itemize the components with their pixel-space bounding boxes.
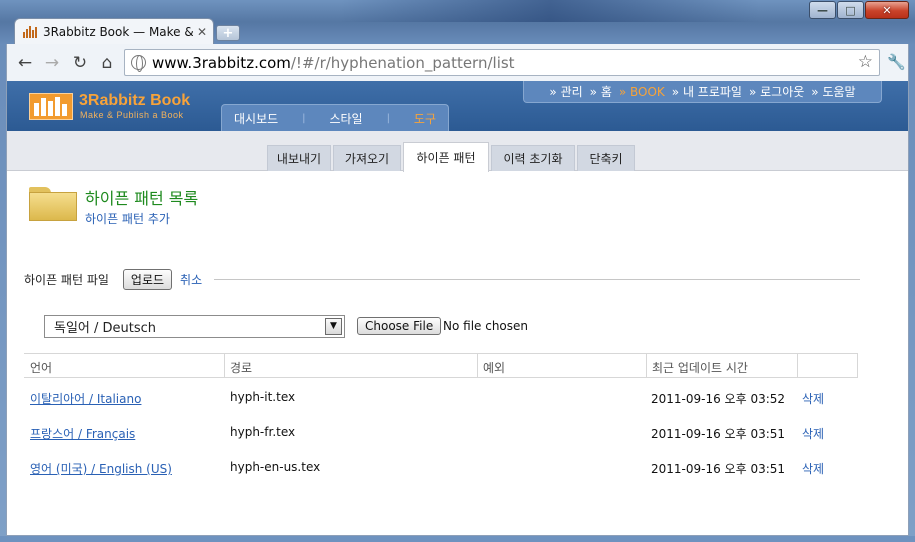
title-bar-glow	[340, 0, 760, 22]
chevron-down-icon[interactable]: ▼	[325, 318, 342, 335]
language-select-value: 독일어 / Deutsch	[54, 321, 157, 336]
col-path: 경로	[230, 361, 253, 375]
logo-subtitle: Make & Publish a Book	[80, 110, 184, 120]
sub-nav: 내보내기 가져오기 하이픈 패턴 이력 초기화 단축키	[7, 131, 908, 172]
home-icon[interactable]: ⌂	[97, 53, 117, 73]
upload-row: 하이픈 패턴 파일 업로드 취소	[24, 268, 860, 290]
col-divider	[477, 354, 478, 378]
back-arrow-icon[interactable]: ←	[15, 53, 35, 73]
page-viewport: 3Rabbitz Book Make & Publish a Book » 관리…	[6, 81, 909, 536]
favicon-icon	[23, 25, 37, 38]
wrench-icon[interactable]: 🔧	[887, 53, 906, 71]
cancel-link[interactable]: 취소	[180, 271, 202, 288]
table-header: 언어 경로 예외 최근 업데이트 시간	[24, 353, 858, 378]
row-language-link[interactable]: 이탈리아어 / Italiano	[30, 390, 141, 407]
col-language: 언어	[30, 361, 53, 375]
bookmark-star-icon[interactable]: ☆	[858, 52, 873, 72]
row-delete-link[interactable]: 삭제	[802, 390, 824, 407]
forward-arrow-icon[interactable]: →	[42, 53, 62, 73]
maximize-icon: □	[845, 3, 856, 17]
row-path: hyph-en-us.tex	[230, 460, 321, 474]
table-row: 영어 (미국) / English (US) hyph-en-us.tex 20…	[24, 448, 858, 483]
tab-hyphenation-pattern[interactable]: 하이픈 패턴	[403, 142, 489, 172]
minimize-icon: —	[817, 3, 828, 17]
top-links: » 관리 » 홈 » BOOK » 내 프로파일 » 로그아웃 » 도움말	[523, 81, 882, 103]
col-exceptions: 예외	[483, 361, 506, 375]
reload-icon[interactable]: ↻	[70, 53, 90, 73]
tab-export[interactable]: 내보내기	[267, 145, 331, 171]
minimize-button[interactable]: —	[809, 1, 836, 19]
col-divider	[646, 354, 647, 378]
row-updated: 2011-09-16 오후 03:51	[651, 427, 786, 441]
col-divider	[797, 354, 798, 378]
close-window-button[interactable]: ✕	[865, 1, 909, 19]
logo-books-icon[interactable]	[29, 93, 73, 120]
top-link-book[interactable]: » BOOK	[619, 85, 665, 99]
address-bar[interactable]: www.3rabbitz.com/!#/r/hyphenation_patter…	[124, 49, 880, 76]
window-controls: — □ ✕	[808, 1, 909, 19]
nav-style[interactable]: 스타일	[329, 110, 362, 127]
tab-shortcuts[interactable]: 단축키	[577, 145, 635, 171]
tab-title: 3Rabbitz Book — Make & P	[43, 24, 193, 39]
col-divider	[224, 354, 225, 378]
main-nav: 대시보드 | 스타일 | 도구	[221, 104, 449, 131]
language-select[interactable]: 독일어 / Deutsch ▼	[44, 315, 345, 338]
browser-toolbar: ← → ↻ ⌂ www.3rabbitz.com/!#/r/hyphenatio…	[6, 44, 909, 81]
maximize-button[interactable]: □	[837, 1, 864, 19]
row-updated: 2011-09-16 오후 03:51	[651, 462, 786, 476]
row-delete-link[interactable]: 삭제	[802, 425, 824, 442]
pattern-table: 언어 경로 예외 최근 업데이트 시간 이탈리아어 / Italiano hyp…	[24, 353, 858, 483]
col-divider	[857, 354, 858, 378]
top-link-profile[interactable]: » 내 프로파일	[672, 83, 742, 100]
col-updated: 최근 업데이트 시간	[652, 361, 748, 375]
row-path: hyph-fr.tex	[230, 425, 296, 439]
nav-separator: |	[302, 112, 306, 124]
site-header: 3Rabbitz Book Make & Publish a Book » 관리…	[7, 81, 908, 131]
tab-reset-history[interactable]: 이력 초기화	[491, 145, 575, 171]
row-updated: 2011-09-16 오후 03:52	[651, 392, 786, 406]
logo-title[interactable]: 3Rabbitz Book	[79, 92, 190, 110]
nav-tools[interactable]: 도구	[414, 110, 436, 127]
page-title: 하이픈 패턴 목록	[85, 189, 199, 208]
upload-label: 하이픈 패턴 파일	[24, 272, 109, 287]
table-row: 이탈리아어 / Italiano hyph-it.tex 2011-09-16 …	[24, 378, 858, 413]
nav-separator: |	[386, 112, 390, 124]
window-bottom-edge	[0, 536, 915, 542]
nav-dashboard[interactable]: 대시보드	[234, 110, 278, 127]
table-row: 프랑스어 / Français hyph-fr.tex 2011-09-16 오…	[24, 413, 858, 448]
window-frame: — □ ✕ 3Rabbitz Book — Make & P ✕ + ← → ↻…	[0, 0, 915, 542]
close-icon: ✕	[882, 3, 892, 17]
top-link-logout[interactable]: » 로그아웃	[749, 83, 804, 100]
row-delete-link[interactable]: 삭제	[802, 460, 824, 477]
browser-tab[interactable]: 3Rabbitz Book — Make & P ✕	[14, 18, 214, 44]
upload-button[interactable]: 업로드	[122, 268, 173, 290]
new-tab-button[interactable]: +	[216, 25, 240, 41]
row-language-link[interactable]: 프랑스어 / Français	[30, 425, 135, 442]
top-link-admin[interactable]: » 관리	[549, 83, 582, 100]
file-status: No file chosen	[443, 319, 529, 333]
row-path: hyph-it.tex	[230, 390, 296, 404]
divider	[214, 278, 860, 280]
add-pattern-link[interactable]: 하이픈 패턴 추가	[85, 210, 170, 227]
row-language-link[interactable]: 영어 (미국) / English (US)	[30, 460, 172, 477]
folder-icon	[29, 187, 77, 221]
tab-import[interactable]: 가져오기	[333, 145, 401, 171]
url-host: www.3rabbitz.com	[152, 53, 291, 72]
choose-file-button[interactable]: Choose File	[357, 317, 442, 335]
tab-close-icon[interactable]: ✕	[197, 25, 207, 39]
url-path: /!#/r/hyphenation_pattern/list	[290, 53, 515, 72]
top-link-help[interactable]: » 도움말	[811, 83, 855, 100]
top-link-home[interactable]: » 홈	[590, 83, 612, 100]
globe-icon	[131, 55, 146, 72]
